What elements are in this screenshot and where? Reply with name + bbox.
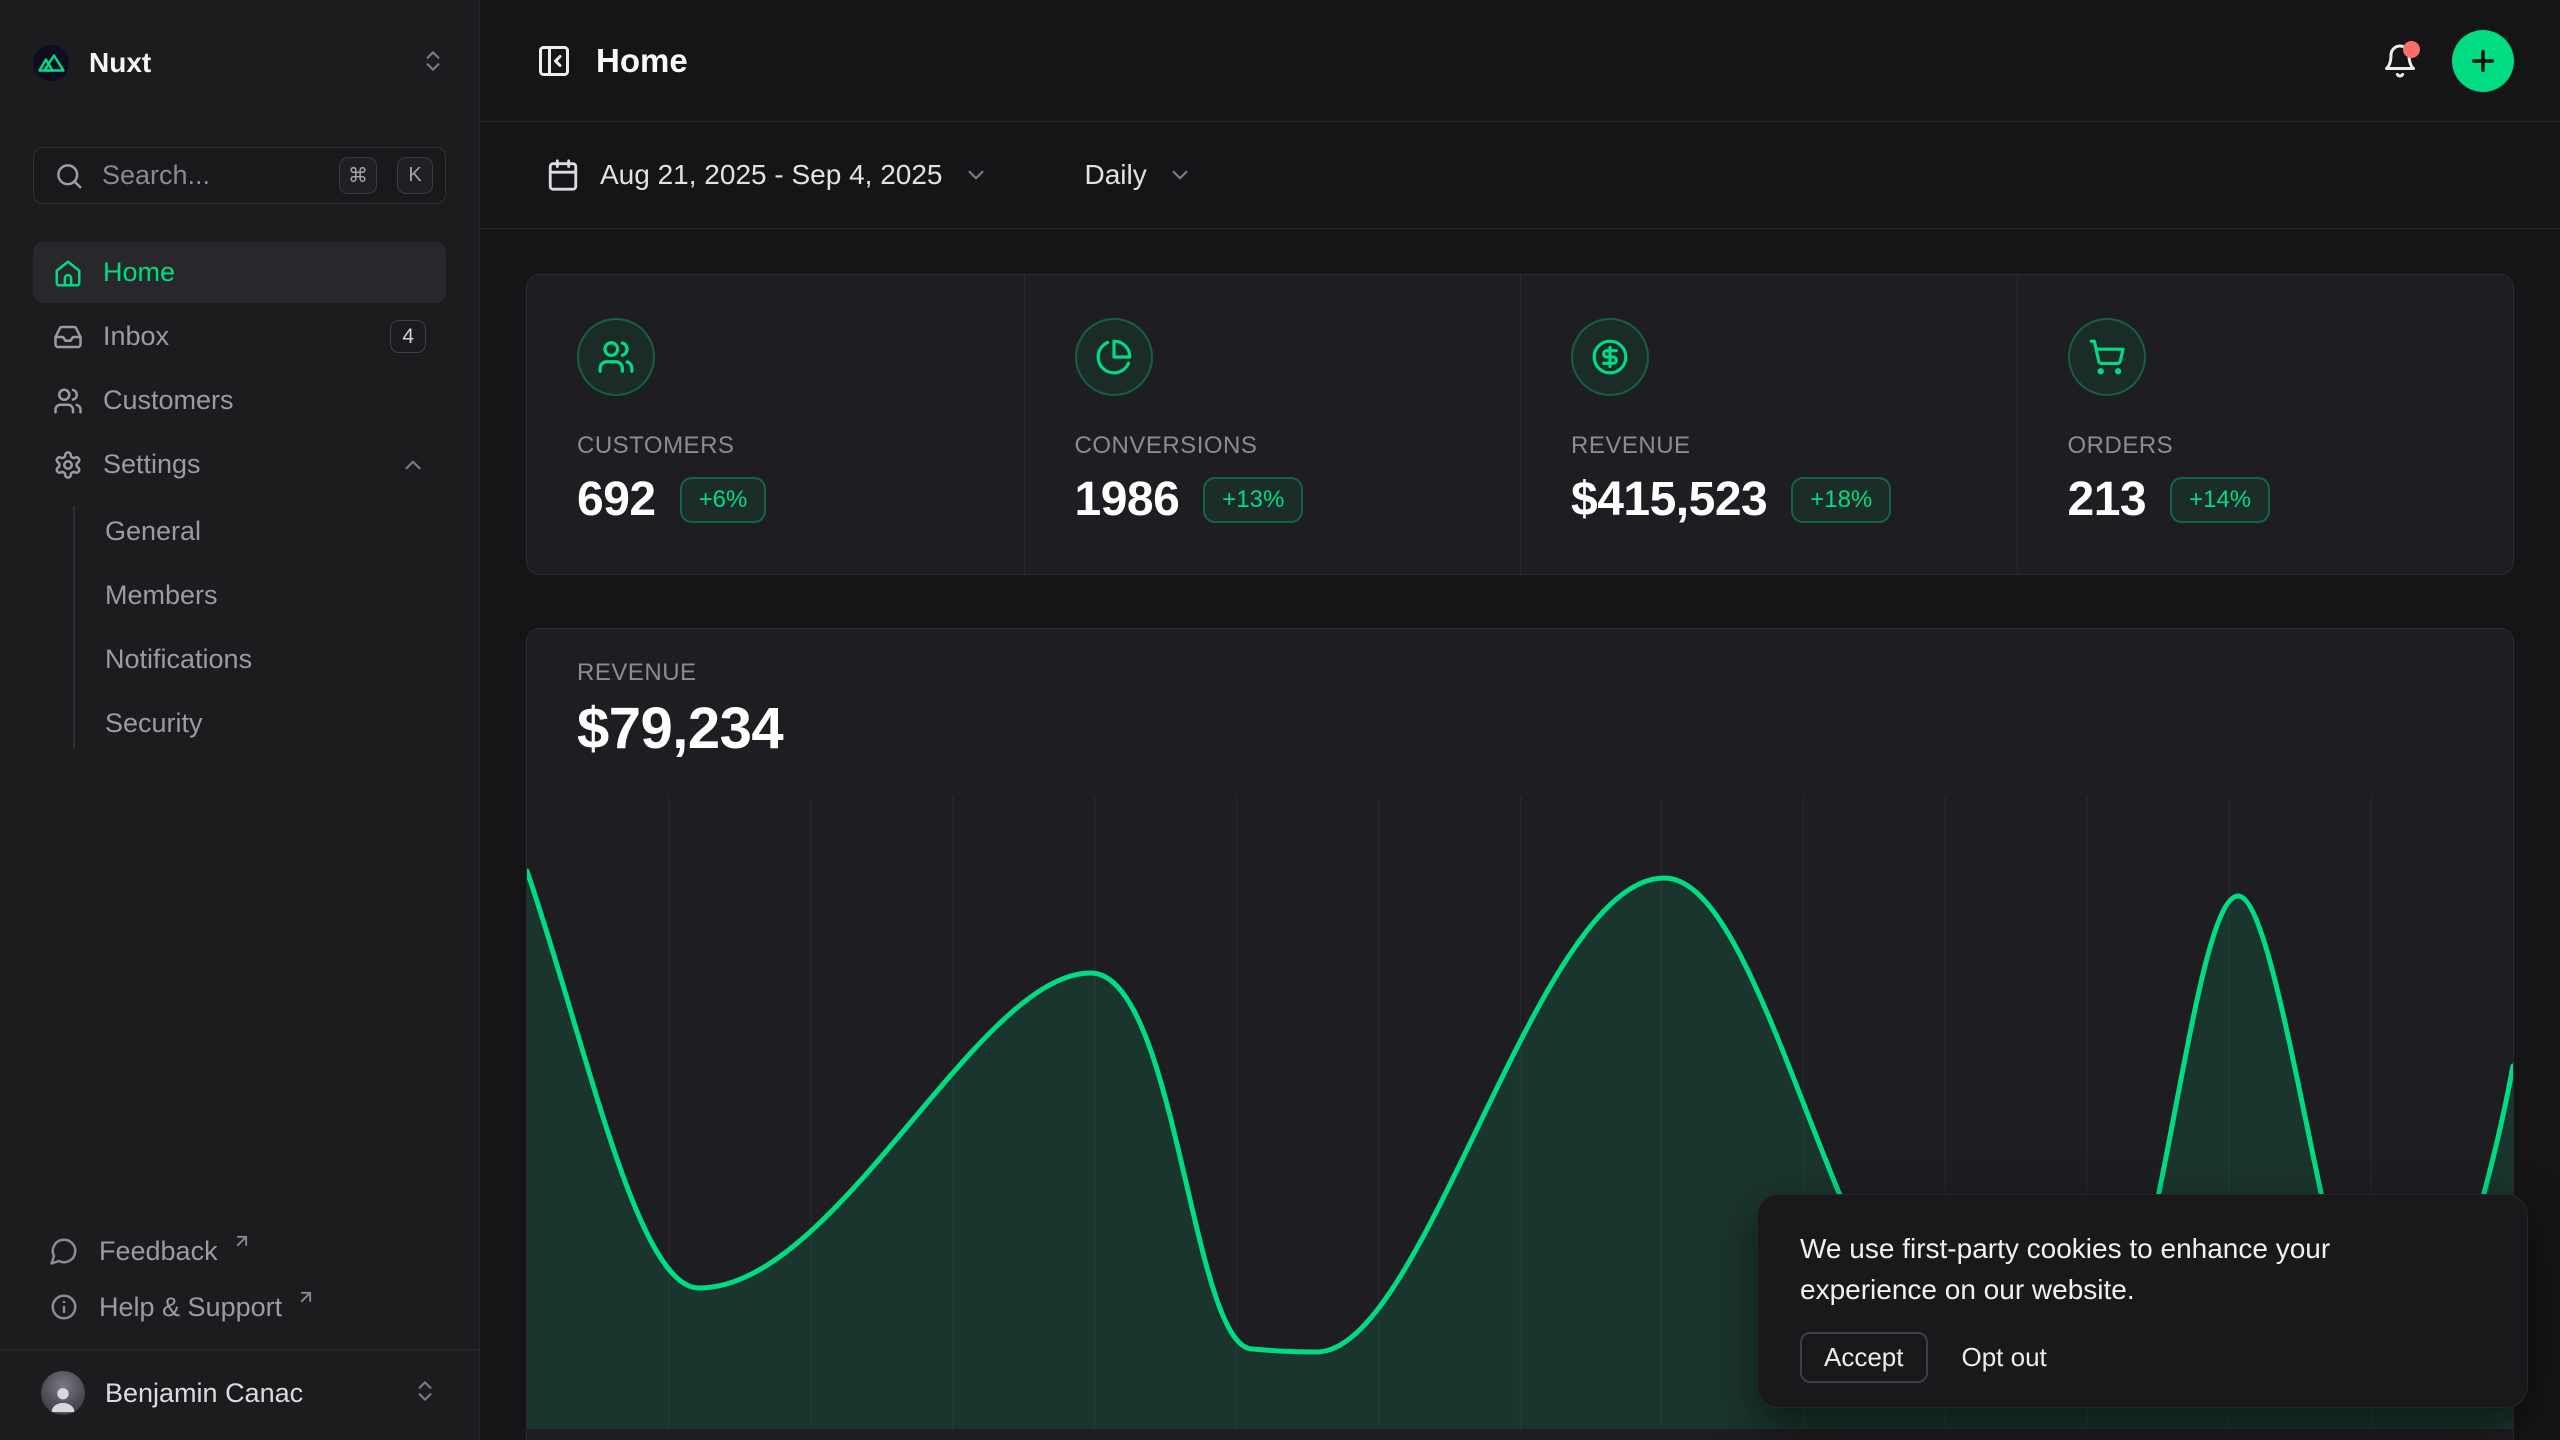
stat-label: CUSTOMERS — [577, 432, 1024, 460]
sidebar-item-label: Inbox — [103, 321, 370, 352]
dollar-circle-icon — [1571, 318, 1649, 396]
stat-delta-badge: +18% — [1791, 477, 1891, 523]
stat-label: REVENUE — [1571, 432, 2017, 460]
date-range-picker[interactable]: Aug 21, 2025 - Sep 4, 2025 — [526, 146, 1009, 204]
cookie-message: We use first-party cookies to enhance yo… — [1800, 1229, 2410, 1310]
calendar-icon — [546, 158, 580, 192]
inbox-count-badge: 4 — [390, 320, 426, 353]
opt-out-button[interactable]: Opt out — [1958, 1334, 2051, 1381]
kbd-cmd: ⌘ — [339, 157, 377, 194]
stat-delta-badge: +14% — [2170, 477, 2270, 523]
help-support-label: Help & Support — [99, 1292, 282, 1323]
revenue-panel-label: REVENUE — [577, 659, 2463, 687]
gear-icon — [53, 450, 83, 480]
nuxt-logo-icon — [33, 45, 69, 81]
arrow-up-right-icon — [232, 1231, 252, 1251]
revenue-panel-value: $79,234 — [577, 695, 2463, 762]
cookie-banner: We use first-party cookies to enhance yo… — [1757, 1194, 2528, 1408]
arrow-up-right-icon — [296, 1287, 316, 1307]
subnav-item-label: General — [105, 516, 201, 547]
subnav-item-label: Security — [105, 708, 203, 739]
home-icon — [53, 258, 83, 288]
subnav-item-label: Members — [105, 580, 218, 611]
pie-chart-icon — [1075, 318, 1153, 396]
sidebar-item-inbox[interactable]: Inbox 4 — [33, 306, 446, 367]
cookie-actions: Accept Opt out — [1800, 1332, 2485, 1383]
collapse-sidebar-button[interactable] — [526, 33, 582, 89]
sidebar-item-members[interactable]: Members — [73, 565, 446, 626]
users-icon — [577, 318, 655, 396]
accept-cookies-button[interactable]: Accept — [1800, 1332, 1928, 1383]
stat-card-revenue[interactable]: REVENUE $415,523 +18% — [1520, 275, 2017, 574]
stat-card-orders[interactable]: ORDERS 213 +14% — [2017, 275, 2514, 574]
user-menu[interactable]: Benjamin Canac — [33, 1360, 446, 1426]
stat-label: CONVERSIONS — [1075, 432, 1521, 460]
search-input[interactable] — [102, 160, 319, 191]
stat-value: 213 — [2068, 472, 2147, 527]
chevron-up-icon — [400, 452, 426, 478]
notifications-button[interactable] — [2374, 35, 2426, 87]
sidebar-item-label: Home — [103, 257, 426, 288]
stat-value: 692 — [577, 472, 656, 527]
search-icon — [54, 161, 84, 191]
message-circle-icon — [49, 1236, 79, 1266]
stat-delta-badge: +13% — [1203, 477, 1303, 523]
sidebar: Nuxt ⌘ K — [0, 0, 480, 1440]
chevron-down-icon — [963, 162, 989, 188]
stats-cards: CUSTOMERS 692 +6% CONVERSIONS — [526, 274, 2514, 575]
granularity-select[interactable]: Daily — [1065, 147, 1213, 203]
kbd-k: K — [397, 157, 433, 194]
stat-card-customers[interactable]: CUSTOMERS 692 +6% — [527, 275, 1024, 574]
avatar — [41, 1371, 85, 1415]
search-input-wrapper[interactable]: ⌘ K — [33, 147, 446, 204]
filters-toolbar: Aug 21, 2025 - Sep 4, 2025 Daily — [480, 122, 2560, 229]
inbox-icon — [53, 322, 83, 352]
cart-icon — [2068, 318, 2146, 396]
chevron-down-icon — [1167, 162, 1193, 188]
workspace-name: Nuxt — [89, 47, 400, 79]
stat-value: 1986 — [1075, 472, 1180, 527]
sidebar-item-label: Customers — [103, 385, 426, 416]
page-title: Home — [596, 42, 688, 80]
header: Home — [480, 0, 2560, 122]
panel-left-close-icon — [536, 43, 572, 79]
header-actions — [2374, 30, 2514, 92]
chevrons-up-down-icon — [420, 48, 446, 79]
feedback-link[interactable]: Feedback — [33, 1223, 446, 1279]
stat-card-conversions[interactable]: CONVERSIONS 1986 +13% — [1024, 275, 1521, 574]
sidebar-item-general[interactable]: General — [73, 501, 446, 562]
workspace-switcher[interactable]: Nuxt — [33, 31, 446, 95]
settings-subnav: General Members Notifications Security — [73, 498, 446, 757]
sidebar-item-settings[interactable]: Settings — [33, 434, 446, 495]
users-icon — [53, 386, 83, 416]
user-name: Benjamin Canac — [105, 1378, 392, 1409]
stat-delta-badge: +6% — [680, 477, 767, 523]
feedback-label: Feedback — [99, 1236, 218, 1267]
sidebar-divider — [0, 1349, 479, 1350]
notification-dot — [2403, 41, 2420, 58]
sidebar-item-label: Settings — [103, 449, 380, 480]
sidebar-item-security[interactable]: Security — [73, 693, 446, 754]
help-support-link[interactable]: Help & Support — [33, 1279, 446, 1335]
sidebar-item-customers[interactable]: Customers — [33, 370, 446, 431]
granularity-value: Daily — [1085, 159, 1147, 191]
date-range-value: Aug 21, 2025 - Sep 4, 2025 — [600, 159, 943, 191]
stat-value: $415,523 — [1571, 472, 1767, 527]
subnav-item-label: Notifications — [105, 644, 252, 675]
info-circle-icon — [49, 1292, 79, 1322]
sidebar-nav: Home Inbox 4 — [33, 242, 446, 757]
plus-icon — [2467, 45, 2499, 77]
sidebar-item-notifications[interactable]: Notifications — [73, 629, 446, 690]
chevrons-up-down-icon — [412, 1378, 438, 1409]
stat-label: ORDERS — [2068, 432, 2514, 460]
add-button[interactable] — [2452, 30, 2514, 92]
sidebar-item-home[interactable]: Home — [33, 242, 446, 303]
sidebar-spacer — [33, 757, 446, 1223]
